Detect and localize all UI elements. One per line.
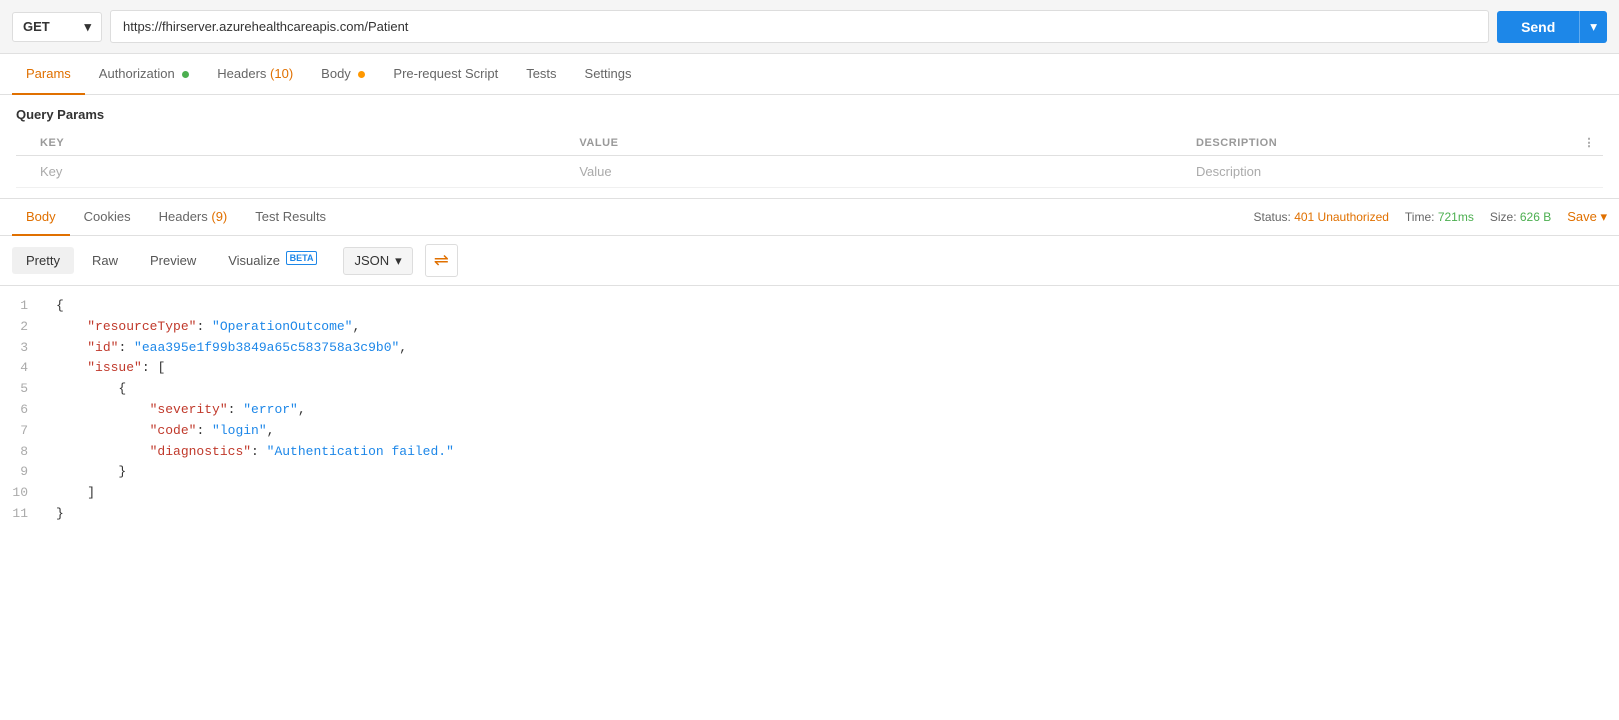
tab-headers[interactable]: Headers (10) xyxy=(203,54,307,95)
value-header: VALUE xyxy=(571,130,1188,156)
format-select[interactable]: JSON ▾ xyxy=(343,247,412,275)
response-tabs-bar: Body Cookies Headers (9) Test Results St… xyxy=(0,199,1619,236)
line-numbers: 1 2 3 4 5 6 7 8 9 10 11 xyxy=(0,286,40,566)
tab-params[interactable]: Params xyxy=(12,54,85,95)
send-btn-group: Send ▾ xyxy=(1497,11,1607,43)
query-params-section: Query Params KEY VALUE DESCRIPTION ⋮ Key… xyxy=(0,95,1619,188)
resp-tab-headers[interactable]: Headers (9) xyxy=(145,199,242,236)
url-input[interactable] xyxy=(110,10,1489,43)
resp-tab-cookies[interactable]: Cookies xyxy=(70,199,145,236)
tab-pre-request-script[interactable]: Pre-request Script xyxy=(379,54,512,95)
size-label: Size: 626 B xyxy=(1490,210,1551,224)
json-content: { "resourceType": "OperationOutcome", "i… xyxy=(40,286,1619,566)
method-label: GET xyxy=(23,19,50,34)
resp-tab-test-results[interactable]: Test Results xyxy=(241,199,340,236)
size-value: 626 B xyxy=(1520,210,1551,224)
format-tab-visualize[interactable]: Visualize BETA xyxy=(214,247,331,274)
value-cell[interactable]: Value xyxy=(571,156,1188,188)
time-label: Time: 721ms xyxy=(1405,210,1474,224)
wrap-button[interactable]: ⇌ xyxy=(425,244,458,277)
tab-settings[interactable]: Settings xyxy=(571,54,646,95)
json-viewer: 1 2 3 4 5 6 7 8 9 10 11 { "resourceType"… xyxy=(0,286,1619,566)
response-meta: Status: 401 Unauthorized Time: 721ms Siz… xyxy=(1254,209,1608,225)
desc-header: DESCRIPTION xyxy=(1188,130,1575,156)
response-toolbar: Pretty Raw Preview Visualize BETA JSON ▾… xyxy=(0,236,1619,286)
key-cell[interactable]: Key xyxy=(32,156,571,188)
format-tab-pretty[interactable]: Pretty xyxy=(12,247,74,274)
send-dropdown-button[interactable]: ▾ xyxy=(1579,11,1607,43)
format-tab-preview[interactable]: Preview xyxy=(136,247,210,274)
send-button[interactable]: Send xyxy=(1497,11,1579,43)
tab-tests[interactable]: Tests xyxy=(512,54,570,95)
authorization-dot xyxy=(182,71,189,78)
format-select-label: JSON xyxy=(354,253,389,268)
query-params-title: Query Params xyxy=(16,107,1603,122)
table-row: Key Value Description xyxy=(16,156,1603,188)
tab-body[interactable]: Body xyxy=(307,54,379,95)
beta-badge: BETA xyxy=(286,251,318,265)
key-header: KEY xyxy=(32,130,571,156)
request-tabs: Params Authorization Headers (10) Body P… xyxy=(0,54,1619,95)
action-cell xyxy=(1575,156,1603,188)
top-bar: GET ▾ Send ▾ xyxy=(0,0,1619,54)
response-tabs: Body Cookies Headers (9) Test Results xyxy=(12,199,340,235)
resp-headers-count: (9) xyxy=(211,209,227,224)
desc-cell[interactable]: Description xyxy=(1188,156,1575,188)
body-dot xyxy=(358,71,365,78)
checkbox-header xyxy=(16,130,32,156)
params-table: KEY VALUE DESCRIPTION ⋮ Key Value Descri… xyxy=(16,130,1603,188)
method-select[interactable]: GET ▾ xyxy=(12,12,102,42)
time-value: 721ms xyxy=(1438,210,1474,224)
tab-authorization[interactable]: Authorization xyxy=(85,54,204,95)
resp-tab-body[interactable]: Body xyxy=(12,199,70,236)
format-tab-raw[interactable]: Raw xyxy=(78,247,132,274)
save-button[interactable]: Save ▾ xyxy=(1567,209,1607,225)
method-dropdown-arrow: ▾ xyxy=(84,19,91,35)
status-value: 401 Unauthorized xyxy=(1294,210,1389,224)
format-select-arrow: ▾ xyxy=(395,253,402,269)
status-label: Status: 401 Unauthorized xyxy=(1254,210,1389,224)
headers-count: (10) xyxy=(270,66,293,81)
action-header: ⋮ xyxy=(1575,130,1603,156)
row-checkbox xyxy=(16,156,32,188)
